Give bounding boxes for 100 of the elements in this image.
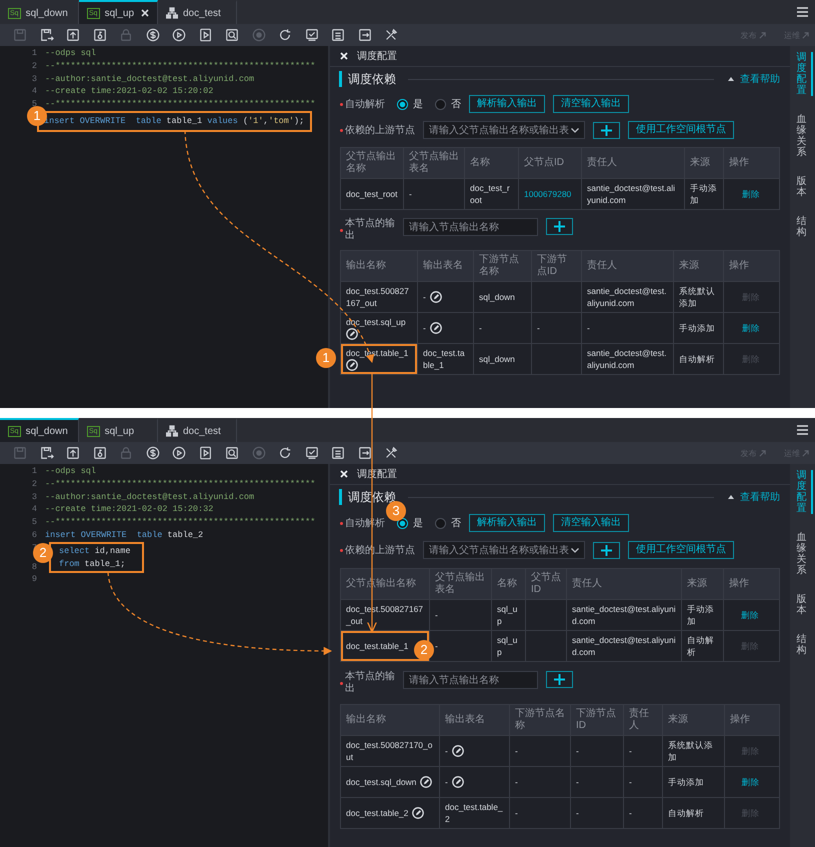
list-icon[interactable] [331,28,345,42]
refresh-icon[interactable] [278,28,292,42]
add-button[interactable] [546,671,573,688]
side-tab[interactable]: 血缘关系 [792,114,812,158]
save-as-icon[interactable] [40,28,54,42]
add-button[interactable] [593,122,620,138]
help-link[interactable]: 查看帮助 [740,490,780,504]
id-link[interactable]: 1000679280 [524,188,572,200]
table-cell-text: - [445,745,448,757]
key-document-icon[interactable] [92,28,106,42]
table-cell-text: - [435,609,438,621]
side-tab[interactable]: 血缘关系 [792,532,812,576]
side-tab[interactable]: 结构 [792,634,812,656]
side-tab[interactable]: 调度配置 [792,470,812,514]
dropdown-field[interactable]: 请输入父节点输出名称或输出表 [423,541,585,559]
table-cell-text: doc_test.table_1 [423,347,466,371]
refresh-icon[interactable] [278,446,292,460]
delete-link[interactable]: 删除 [741,609,759,621]
edit-icon[interactable] [412,807,424,819]
save-as-icon[interactable] [40,446,54,460]
upload-icon[interactable] [66,28,80,42]
help-link[interactable]: 查看帮助 [740,72,780,86]
play-document-icon[interactable] [198,446,212,460]
text-field[interactable]: 请输入节点输出名称 [403,218,538,236]
section-title: 调度依赖 [348,70,396,88]
table-cell-text: doc_test.500827167_out [346,285,410,309]
export-icon[interactable] [358,446,372,460]
table-cell-text: santie_doctest@test.aliyunid.com [587,285,668,309]
side-tab[interactable]: 版本 [792,594,812,616]
coin-icon[interactable] [146,28,160,42]
checklist-icon[interactable] [304,446,318,460]
outline-button[interactable]: 清空输入输出 [553,95,629,113]
table-cell-text: doc_test.sql_down [346,776,416,788]
close-icon[interactable] [340,52,348,60]
plus-icon [554,221,565,232]
coin-icon[interactable] [146,446,160,460]
table-cell-text: doc_test.500827170_out [346,739,434,763]
key-document-icon[interactable] [92,446,106,460]
table-cell-text: 自动解析 [687,634,715,658]
upload-icon[interactable] [66,446,80,460]
radio-button[interactable] [435,98,446,110]
play-icon[interactable] [172,28,186,42]
close-icon[interactable] [340,470,348,478]
edit-icon[interactable] [430,291,442,303]
table-cell-text: - [576,807,579,819]
search-document-icon[interactable] [225,28,239,42]
side-tab[interactable]: 结构 [792,216,812,238]
delete-link[interactable]: 删除 [742,776,760,788]
line-number: 2 [30,478,37,491]
outline-button[interactable]: 使用工作空间根节点 [628,121,734,139]
code-line: --*************************************************** [45,478,316,491]
radio-button[interactable] [397,98,408,110]
table-cell-text: 系统默认添加 [679,285,716,309]
radio-label: 否 [451,517,461,530]
edit-icon[interactable] [452,776,464,788]
play-icon[interactable] [172,446,186,460]
column-header: 输出名称 [345,258,387,273]
checklist-icon[interactable] [304,28,318,42]
side-tab[interactable]: 调度配置 [792,52,812,96]
menu-icon[interactable] [797,7,808,17]
play-document-icon[interactable] [198,28,212,42]
caret-up-icon[interactable] [728,77,734,81]
tools-icon[interactable] [384,446,398,460]
table-cell-text: santie_doctest@test.aliyunid.com [587,347,668,371]
delete-link[interactable]: 删除 [742,188,760,200]
edit-icon[interactable] [430,322,442,334]
caret-up-icon[interactable] [728,495,734,499]
line-number: 1 [30,47,37,60]
add-button[interactable] [593,542,620,558]
line-number: 3 [30,72,37,86]
line-number: 4 [30,503,37,516]
menu-icon[interactable] [797,425,808,435]
table-cell-text: - [537,322,540,334]
list-icon[interactable] [331,446,345,460]
table-cell-text: santie_doctest@test.aliyunid.com [572,603,676,627]
delete-link[interactable]: 删除 [742,322,760,334]
search-document-icon[interactable] [225,446,239,460]
edit-icon[interactable] [420,776,432,788]
table-cell-text: sql_down [479,353,515,365]
edit-icon[interactable] [346,359,358,371]
table-cell-text: santie_doctest@test.aliyunid.com [572,634,676,658]
code-line: --author:santie_doctest@test.aliyunid.com [45,72,256,86]
close-icon[interactable] [141,9,149,17]
export-icon[interactable] [358,28,372,42]
table-cell-text: 手动添加 [687,603,715,627]
side-tab[interactable]: 版本 [792,176,812,198]
add-button[interactable] [546,218,573,235]
outline-button[interactable]: 清空输入输出 [553,514,629,532]
table-cell-text: - [515,807,518,819]
line-number: 8 [30,560,37,574]
outline-button[interactable]: 使用工作空间根节点 [628,541,734,559]
edit-icon[interactable] [346,328,358,340]
text-field[interactable]: 请输入节点输出名称 [403,671,538,689]
edit-icon[interactable] [452,745,464,757]
column-header: 父节点输出名称 [345,150,397,176]
outline-button[interactable]: 解析输入输出 [469,514,545,532]
dropdown-field[interactable]: 请输入父节点输出名称或输出表 [423,121,585,139]
radio-button[interactable] [435,518,446,528]
tools-icon[interactable] [384,28,398,42]
outline-button[interactable]: 解析输入输出 [469,95,545,113]
